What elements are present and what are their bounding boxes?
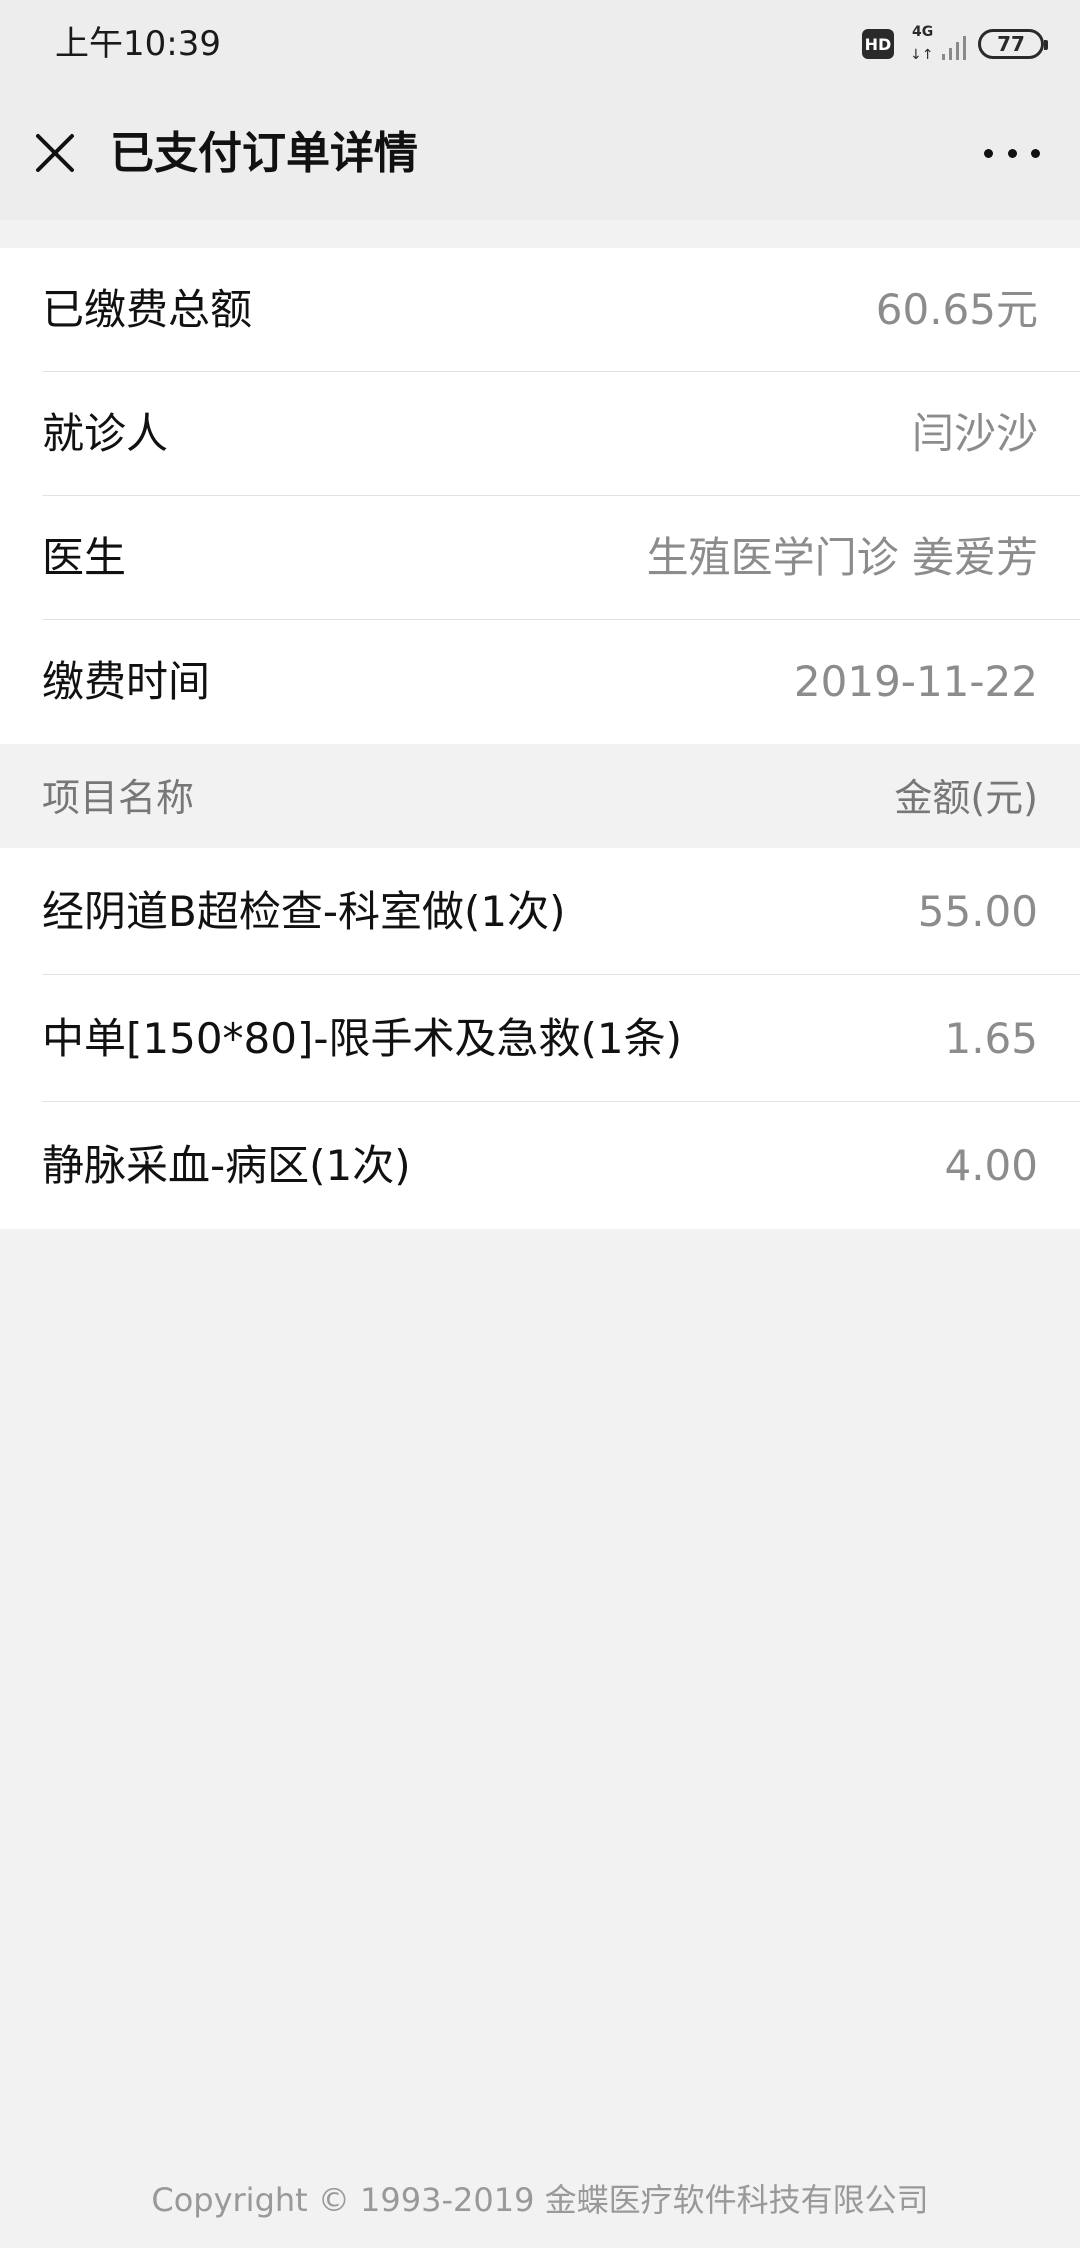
info-row-doctor: 医生 生殖医学门诊 姜爱芳 [0, 496, 1080, 620]
column-header-item-name: 项目名称 [42, 776, 195, 820]
network-type: 4G [912, 24, 934, 40]
list-item: 中单[150*80]-限手术及急救(1条) 1.65 [0, 975, 1080, 1102]
item-amount: 1.65 [944, 1014, 1038, 1063]
screen: 上午10:39 HD 4G ↓↑ 77 已支付订单详情 已缴费总额 60.65元… [0, 0, 1080, 2248]
more-dot [1007, 148, 1017, 158]
nav-bar: 已支付订单详情 [0, 86, 1080, 220]
info-row-patient: 就诊人 闫沙沙 [0, 372, 1080, 496]
order-info-card: 已缴费总额 60.65元 就诊人 闫沙沙 医生 生殖医学门诊 姜爱芳 缴费时间 … [0, 248, 1080, 744]
items-list: 经阴道B超检查-科室做(1次) 55.00 中单[150*80]-限手术及急救(… [0, 848, 1080, 1229]
page-title: 已支付订单详情 [110, 128, 418, 179]
item-name: 经阴道B超检查-科室做(1次) [42, 887, 566, 936]
battery-icon: 77 [978, 29, 1048, 59]
more-dot [984, 148, 993, 158]
info-label: 就诊人 [42, 409, 169, 458]
info-value: 60.65元 [875, 285, 1038, 334]
info-row-pay-time: 缴费时间 2019-11-22 [0, 620, 1080, 744]
status-icons: HD 4G ↓↑ 77 [862, 24, 1048, 63]
copyright-footer: Copyright © 1993-2019 金蝶医疗软件科技有限公司 [151, 2181, 929, 2219]
network-icon: 4G ↓↑ [908, 24, 966, 63]
info-label: 缴费时间 [42, 657, 211, 706]
battery-level: 77 [997, 32, 1025, 56]
close-icon[interactable] [34, 132, 76, 174]
more-dot [1031, 148, 1040, 158]
status-time: 上午10:39 [55, 24, 221, 64]
items-table-header: 项目名称 金额(元) [0, 744, 1080, 848]
hd-icon: HD [862, 29, 894, 59]
info-label: 已缴费总额 [42, 285, 253, 334]
column-header-amount: 金额(元) [894, 776, 1038, 820]
data-arrows-icon: ↓↑ [910, 47, 934, 63]
info-value: 闫沙沙 [911, 409, 1038, 458]
info-value: 2019-11-22 [793, 657, 1038, 706]
item-name: 静脉采血-病区(1次) [42, 1141, 411, 1190]
info-value: 生殖医学门诊 姜爱芳 [646, 533, 1038, 582]
item-amount: 55.00 [917, 887, 1038, 936]
status-bar: 上午10:39 HD 4G ↓↑ 77 [0, 0, 1080, 86]
info-label: 医生 [42, 533, 127, 582]
item-amount: 4.00 [944, 1141, 1038, 1190]
more-icon[interactable] [984, 144, 1040, 162]
list-item: 经阴道B超检查-科室做(1次) 55.00 [0, 848, 1080, 975]
list-item: 静脉采血-病区(1次) 4.00 [0, 1102, 1080, 1229]
info-row-total: 已缴费总额 60.65元 [0, 248, 1080, 372]
signal-bars-icon [938, 36, 966, 60]
item-name: 中单[150*80]-限手术及急救(1条) [42, 1014, 683, 1063]
